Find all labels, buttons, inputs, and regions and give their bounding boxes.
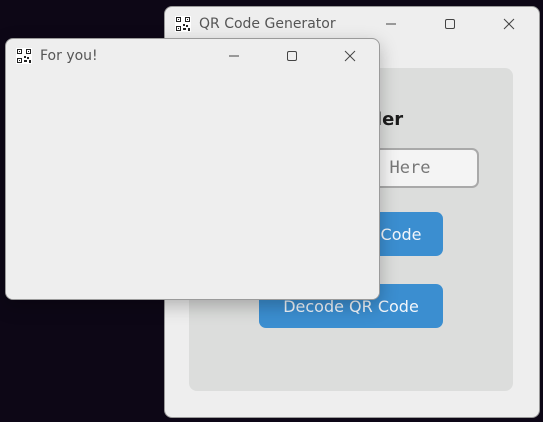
maximize-icon	[445, 19, 455, 29]
qr-icon	[175, 16, 191, 32]
close-icon	[344, 50, 356, 62]
popup-close-button[interactable]	[321, 39, 379, 73]
popup-window: For you!	[5, 38, 380, 300]
maximize-icon	[287, 51, 297, 61]
minimize-icon	[386, 23, 396, 25]
popup-titlebar[interactable]: For you!	[6, 39, 379, 73]
minimize-icon	[229, 55, 239, 57]
qr-icon	[16, 48, 32, 64]
popup-window-title: For you!	[40, 48, 98, 64]
main-window-title: QR Code Generator	[199, 16, 336, 32]
main-titlebar[interactable]: QR Code Generator	[165, 7, 539, 41]
popup-maximize-button[interactable]	[263, 39, 321, 73]
close-icon	[503, 18, 515, 30]
close-button[interactable]	[480, 7, 538, 41]
maximize-button[interactable]	[421, 7, 479, 41]
minimize-button[interactable]	[362, 7, 420, 41]
popup-minimize-button[interactable]	[205, 39, 263, 73]
popup-content-area	[6, 73, 379, 299]
